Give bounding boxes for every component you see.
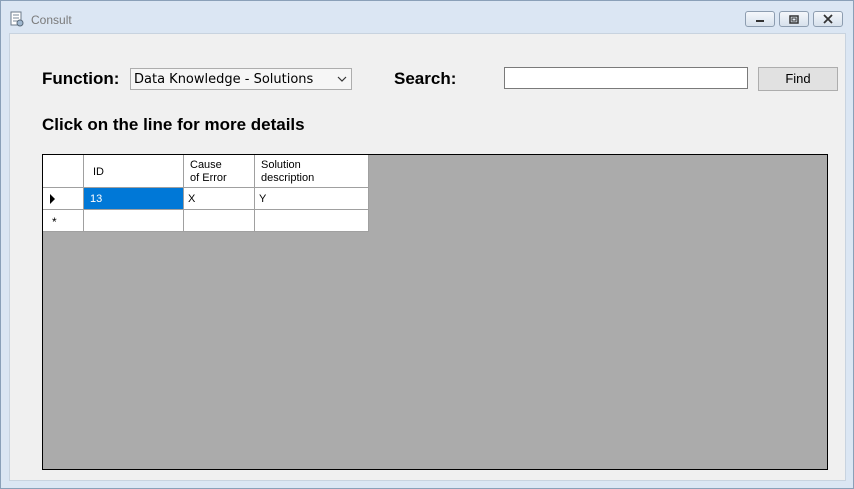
restore-icon xyxy=(789,15,799,24)
close-icon xyxy=(823,14,833,24)
app-icon xyxy=(10,11,24,27)
column-header-solution[interactable]: Solution description xyxy=(255,155,369,188)
row-header-corner xyxy=(43,155,84,188)
chevron-down-icon xyxy=(337,76,347,82)
search-label: Search: xyxy=(394,69,457,88)
row-header-new[interactable]: * xyxy=(43,210,84,232)
column-header-cause[interactable]: Cause of Error xyxy=(184,155,255,188)
form-body: Function: Data Knowledge - Solutions Sea… xyxy=(9,33,846,481)
new-row-marker: * xyxy=(52,215,57,229)
function-select[interactable]: Data Knowledge - Solutions xyxy=(130,68,352,90)
cell-solution[interactable]: Y xyxy=(255,188,369,210)
new-cell-cause[interactable] xyxy=(184,210,255,232)
search-input[interactable] xyxy=(504,67,748,89)
title-bar[interactable]: Consult xyxy=(1,1,853,33)
data-grid[interactable]: ID Cause of Error Solution description 1… xyxy=(42,154,828,470)
column-header-id[interactable]: ID xyxy=(84,155,184,188)
close-button[interactable] xyxy=(813,11,843,27)
consult-window: Consult Function: Data Knowledge - Solut… xyxy=(0,0,854,489)
restore-button[interactable] xyxy=(779,11,809,27)
minimize-button[interactable] xyxy=(745,11,775,27)
current-row-arrow-icon xyxy=(50,194,55,204)
window-title: Consult xyxy=(31,13,72,27)
row-header-current[interactable] xyxy=(43,188,84,210)
new-cell-id[interactable] xyxy=(84,210,184,232)
function-label: Function: xyxy=(42,69,120,88)
minimize-icon xyxy=(756,20,764,22)
instruction-label: Click on the line for more details xyxy=(42,115,305,134)
find-button[interactable]: Find xyxy=(758,67,838,91)
cell-cause[interactable]: X xyxy=(184,188,255,210)
new-cell-solution[interactable] xyxy=(255,210,369,232)
cell-id[interactable]: 13 xyxy=(84,188,184,210)
function-select-value: Data Knowledge - Solutions xyxy=(134,72,314,87)
